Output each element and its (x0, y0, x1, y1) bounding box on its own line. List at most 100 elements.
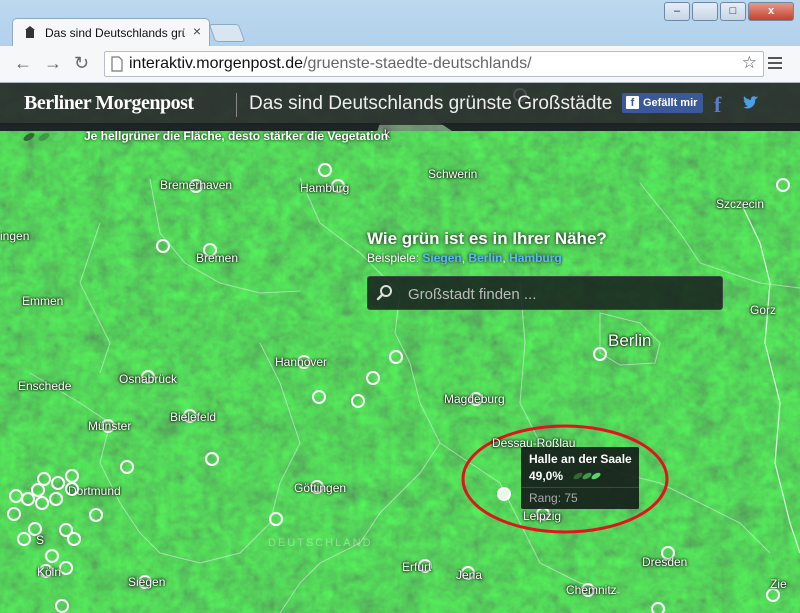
address-bar[interactable]: interaktiv.morgenpost.de/gruenste-staedt… (104, 51, 764, 77)
city-marker[interactable] (318, 163, 332, 177)
city-label-szczecin[interactable]: Szczecin (716, 197, 764, 211)
city-marker[interactable] (65, 482, 79, 496)
city-label-erfurt[interactable]: Erfurt (402, 560, 431, 574)
reload-icon[interactable]: ↻ (74, 53, 89, 74)
site-header: Berliner Morgenpost Das sind Deutschland… (0, 83, 800, 125)
city-marker[interactable] (120, 460, 134, 474)
page-icon (111, 56, 123, 72)
city-marker[interactable] (55, 599, 69, 613)
city-label-emmen[interactable]: Emmen (22, 294, 63, 308)
city-label-gorzow[interactable]: Gorz (750, 303, 776, 317)
city-marker[interactable] (49, 492, 63, 506)
example-link-berlin[interactable]: Berlin (468, 251, 502, 265)
city-marker[interactable] (366, 371, 380, 385)
city-label-osnabrueck[interactable]: Osnabrück (119, 372, 177, 386)
city-marker[interactable] (17, 532, 31, 546)
legend-text: Je hellgrüner die Fläche, desto stärker … (84, 129, 389, 143)
city-search-box[interactable] (367, 276, 723, 310)
bookmark-star-icon[interactable]: ☆ (742, 53, 757, 73)
city-marker[interactable] (651, 602, 665, 613)
browser-chrome: Das sind Deutschlands grü × – □ x ← → ↻ … (0, 0, 800, 86)
window-restore-button[interactable] (692, 2, 718, 21)
city-label-leipzig[interactable]: Leipzig (523, 509, 561, 523)
city-label-chemnitz[interactable]: Chemnitz (566, 583, 617, 597)
browser-toolbar: ← → ↻ interaktiv.morgenpost.de/gruenste-… (0, 46, 800, 83)
city-label-enschede[interactable]: Enschede (18, 379, 71, 393)
city-marker[interactable] (7, 507, 21, 521)
city-tooltip: Halle an der Saale 49,0% Rang: 75 (521, 447, 639, 509)
header-divider (236, 93, 237, 117)
tab-close-icon[interactable]: × (193, 23, 201, 39)
city-label-bremen[interactable]: Bremen (196, 251, 238, 265)
url-path: /gruenste-staedte-deutschlands/ (303, 55, 532, 72)
search-heading: Wie grün ist es in Ihrer Nähe? (367, 229, 607, 248)
city-label-berlin[interactable]: Berlin (608, 331, 651, 351)
city-label-siegen[interactable]: Siegen (128, 575, 165, 589)
search-icon (376, 285, 392, 301)
city-label-muenster[interactable]: Münster (88, 419, 131, 433)
city-marker[interactable] (312, 390, 326, 404)
tooltip-rank: Rang: 75 (529, 491, 578, 505)
facebook-share-icon[interactable]: f (714, 92, 721, 118)
example-link-siegen[interactable]: Siegen (422, 251, 461, 265)
city-marker[interactable] (205, 452, 219, 466)
city-marker[interactable] (21, 492, 35, 506)
city-marker[interactable] (269, 512, 283, 526)
window-close-button[interactable]: x (748, 2, 794, 21)
url-domain: interaktiv.morgenpost.de (129, 55, 304, 72)
city-label-hannover[interactable]: Hannover (275, 355, 327, 369)
city-label-magdeburg[interactable]: Magdeburg (444, 392, 505, 406)
twitter-share-icon[interactable] (740, 93, 760, 113)
facebook-like-icon: f (626, 96, 639, 109)
city-label-ziel[interactable]: Zie (770, 577, 787, 591)
city-label-jena[interactable]: Jena (456, 568, 482, 582)
page-content: Bremerhaven Hamburg Schwerin Szczecin Br… (0, 83, 800, 613)
examples-label: Beispiele: (367, 251, 420, 265)
city-label-koeln[interactable]: Köln (37, 565, 61, 579)
tooltip-leaf-icon (573, 472, 601, 480)
city-marker[interactable] (35, 496, 49, 510)
morgenpost-favicon-icon (25, 26, 35, 38)
city-label-koeln-partial: S (36, 533, 45, 547)
facebook-like-button[interactable]: f Gefällt mir (622, 93, 704, 113)
tab-title: Das sind Deutschlands grü (45, 26, 185, 40)
city-marker[interactable] (65, 469, 79, 483)
new-tab-button[interactable] (208, 24, 246, 42)
city-marker[interactable] (776, 178, 790, 192)
city-label-schwerin[interactable]: Schwerin (428, 167, 477, 181)
leaf-icon (23, 133, 65, 141)
city-marker[interactable] (389, 350, 403, 364)
city-marker[interactable] (45, 549, 59, 563)
window-minimize-button[interactable]: – (664, 2, 690, 21)
country-label: DEUTSCHLAND (268, 537, 373, 549)
city-marker[interactable] (156, 239, 170, 253)
window-maximize-button[interactable]: □ (720, 2, 746, 21)
city-label-groningen[interactable]: ingen (0, 229, 29, 243)
city-label-dresden[interactable]: Dresden (642, 555, 687, 569)
search-examples: Beispiele: Siegen, Berlin, Hamburg (367, 251, 562, 265)
forward-icon[interactable]: → (44, 53, 62, 74)
url-text: interaktiv.morgenpost.de/gruenste-staedt… (129, 55, 532, 73)
back-icon[interactable]: ← (14, 53, 32, 74)
city-marker-selected[interactable] (497, 487, 511, 501)
morgenpost-logo[interactable]: Berliner Morgenpost (24, 92, 194, 115)
city-label-bielefeld[interactable]: Bielefeld (170, 410, 216, 424)
example-link-hamburg[interactable]: Hamburg (509, 251, 562, 265)
page-title: Das sind Deutschlands grünste Großstädte (249, 93, 613, 114)
city-label-hamburg[interactable]: Hamburg (300, 181, 349, 195)
city-marker[interactable] (67, 532, 81, 546)
city-label-bremerhaven[interactable]: Bremerhaven (160, 178, 232, 192)
city-marker[interactable] (59, 561, 73, 575)
city-label-goettingen[interactable]: Göttingen (294, 481, 346, 495)
facebook-like-label: Gefällt mir (643, 97, 698, 109)
browser-tab[interactable]: Das sind Deutschlands grü × (12, 18, 210, 47)
city-marker[interactable] (89, 508, 103, 522)
city-search-input[interactable] (406, 283, 710, 305)
city-marker[interactable] (593, 347, 607, 361)
chrome-menu-icon[interactable] (768, 54, 782, 72)
tooltip-city-name: Halle an der Saale (529, 452, 632, 466)
vegetation-map[interactable] (0, 83, 800, 613)
city-marker[interactable] (51, 476, 65, 490)
city-marker[interactable] (351, 394, 365, 408)
tooltip-percent: 49,0% (529, 469, 564, 483)
